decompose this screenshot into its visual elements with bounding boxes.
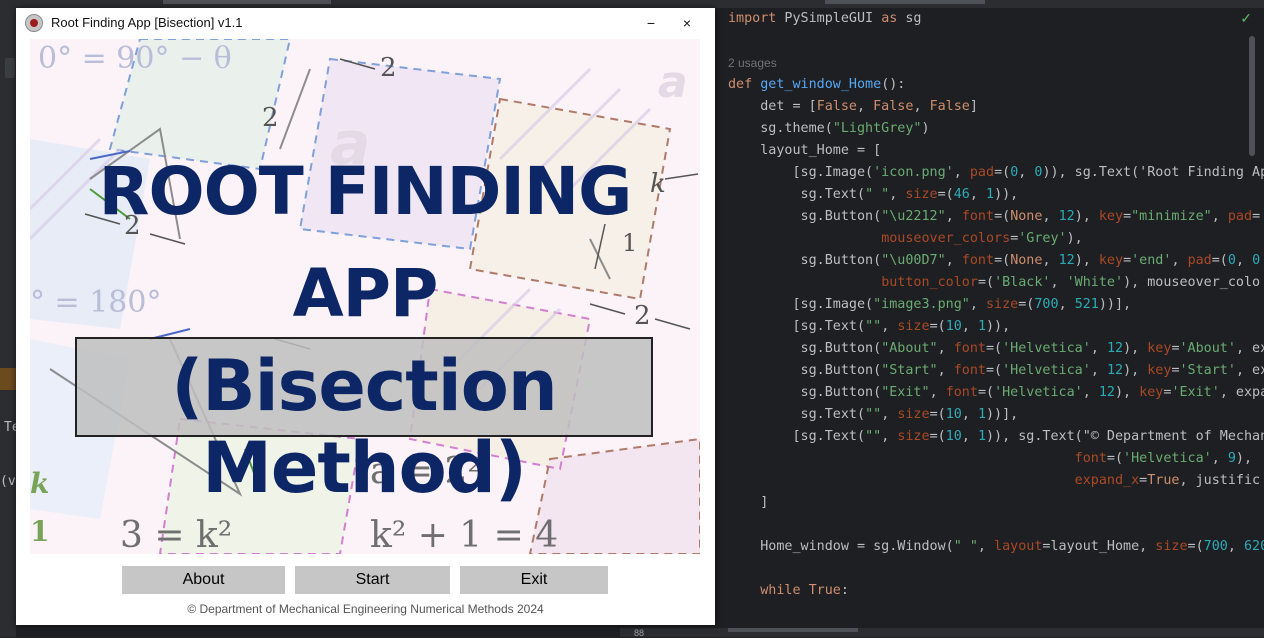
ide-tool-icon[interactable] bbox=[5, 58, 15, 78]
ide-tab-bar bbox=[0, 0, 1264, 8]
bg-label: k bbox=[30, 467, 50, 500]
code-line[interactable]: sg.Button("Start", font=('Helvetica', 12… bbox=[728, 360, 1264, 382]
code-line[interactable]: sg.Button("Exit", font=('Helvetica', 12)… bbox=[728, 382, 1264, 404]
minimize-button[interactable]: − bbox=[636, 10, 666, 36]
subheading-box: (Bisection Method) bbox=[75, 337, 653, 509]
code-line[interactable]: mouseover_colors='Grey'), bbox=[728, 228, 1264, 250]
app-logo-icon bbox=[25, 14, 43, 32]
bg-label: 2 bbox=[380, 53, 397, 83]
bg-label: a bbox=[658, 57, 688, 108]
title-bar[interactable]: Root Finding App [Bisection] v1.1 − × bbox=[16, 8, 715, 38]
banner-image: 0° = 90° − θ ° = 180° a = 2² 3 = k² k² +… bbox=[30, 39, 700, 554]
ide-status-bar: 88 bbox=[620, 628, 1264, 638]
code-line[interactable]: [sg.Image("image3.png", size=(700, 521))… bbox=[728, 294, 1264, 316]
ide-tab[interactable] bbox=[163, 0, 331, 4]
window-title: Root Finding App [Bisection] v1.1 bbox=[51, 15, 243, 30]
bg-formula-k: 3 = k² bbox=[120, 515, 233, 554]
code-line[interactable]: [sg.Text("", size=(10, 1)), bbox=[728, 316, 1264, 338]
code-line[interactable]: sg.Text("", size=(10, 1))], bbox=[728, 404, 1264, 426]
start-button[interactable]: Start bbox=[295, 566, 450, 594]
footer-copyright: © Department of Mechanical Engineering N… bbox=[187, 602, 544, 616]
code-line[interactable] bbox=[728, 30, 1264, 52]
usages-hint[interactable]: 2 usages bbox=[728, 52, 1264, 74]
code-editor[interactable]: import PySimpleGUI as sg 2 usages def get… bbox=[728, 8, 1264, 628]
code-line[interactable]: ] bbox=[728, 492, 1264, 514]
code-line[interactable]: expand_x=True, justific bbox=[728, 470, 1264, 492]
code-line[interactable]: import PySimpleGUI as sg bbox=[728, 8, 1264, 30]
inspection-ok-icon[interactable]: ✓ bbox=[1240, 10, 1252, 27]
code-line[interactable] bbox=[728, 514, 1264, 536]
code-lines: import PySimpleGUI as sg 2 usages def get… bbox=[728, 8, 1264, 602]
bg-label: 2 bbox=[262, 103, 279, 133]
ide-tab[interactable] bbox=[825, 0, 985, 4]
bottom-scroll-thumb[interactable] bbox=[728, 628, 858, 632]
bg-formula-angle: 0° = 90° − θ bbox=[38, 41, 232, 76]
code-line[interactable]: layout_Home = [ bbox=[728, 140, 1264, 162]
editor-scrollbar[interactable] bbox=[1249, 36, 1255, 156]
banner-subheading: (Bisection Method) bbox=[171, 345, 557, 509]
ide-left-toolbar bbox=[0, 0, 16, 637]
bg-label: 1 bbox=[622, 229, 638, 257]
code-line[interactable]: font=('Helvetica', 9), bbox=[728, 448, 1264, 470]
code-line[interactable]: button_color=('Black', 'White'), mouseov… bbox=[728, 272, 1264, 294]
app-window: Root Finding App [Bisection] v1.1 − × 0°… bbox=[16, 8, 715, 625]
code-line[interactable]: det = [False, False, False] bbox=[728, 96, 1264, 118]
code-line[interactable]: [sg.Image('icon.png', pad=(0, 0)), sg.Te… bbox=[728, 162, 1264, 184]
bg-label: 1 bbox=[30, 515, 50, 548]
code-line[interactable]: sg.Text(" ", size=(46, 1)), bbox=[728, 184, 1264, 206]
code-line[interactable] bbox=[728, 558, 1264, 580]
code-line[interactable]: sg.Button("\u00D7", font=(None, 12), key… bbox=[728, 250, 1264, 272]
code-line[interactable]: while True: bbox=[728, 580, 1264, 602]
code-line[interactable]: Home_window = sg.Window(" ", layout=layo… bbox=[728, 536, 1264, 558]
ide-breakpoint-marker bbox=[0, 368, 16, 390]
code-line[interactable]: def get_window_Home(): bbox=[728, 74, 1264, 96]
about-button[interactable]: About bbox=[122, 566, 285, 594]
code-line[interactable]: sg.theme("LightGrey") bbox=[728, 118, 1264, 140]
banner-heading-line1: ROOT FINDING bbox=[98, 153, 633, 230]
code-line[interactable]: [sg.Text("", size=(10, 1)), sg.Text("© D… bbox=[728, 426, 1264, 448]
close-button[interactable]: × bbox=[672, 10, 702, 36]
code-line[interactable]: sg.Button("\u2212", font=(None, 12), key… bbox=[728, 206, 1264, 228]
exit-button[interactable]: Exit bbox=[460, 566, 608, 594]
banner-heading-line2: APP bbox=[292, 255, 439, 332]
bg-formula-sum: k² + 1 = 4 bbox=[370, 515, 559, 554]
code-line[interactable]: sg.Button("About", font=('Helvetica', 12… bbox=[728, 338, 1264, 360]
